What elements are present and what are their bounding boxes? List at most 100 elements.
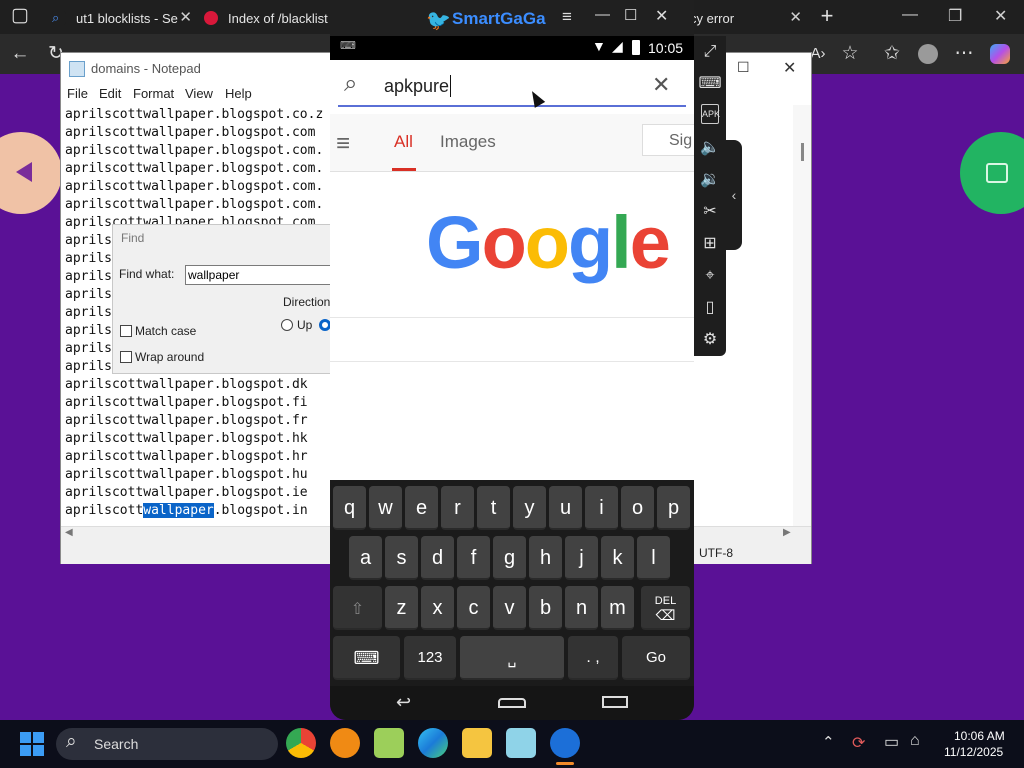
close-notepad-icon[interactable]: ✕ <box>783 58 796 78</box>
more-menu-icon[interactable]: ⋯ <box>952 42 976 66</box>
taskbar-search-box[interactable]: ⌕ Search <box>56 728 278 760</box>
close-window-icon[interactable]: ✕ <box>994 6 1007 26</box>
tab-ut1-blocklists[interactable]: ⌕ ut1 blocklists - Se ✕ <box>52 4 192 32</box>
sync-icon[interactable]: ⟳ <box>852 733 865 753</box>
shake-icon[interactable]: ▯ <box>698 296 722 320</box>
home-nav-icon[interactable] <box>498 698 526 708</box>
key-a[interactable]: a <box>349 536 382 580</box>
keyboard-mapping-icon[interactable]: ⌨ <box>698 72 722 96</box>
chrome-app-icon[interactable] <box>286 728 316 758</box>
notepad-plus-app-icon[interactable] <box>374 728 404 758</box>
find-what-input[interactable] <box>185 265 335 285</box>
file-explorer-app-icon[interactable] <box>462 728 492 758</box>
tab-actions-icon[interactable]: ▢ <box>8 4 32 28</box>
punctuation-key[interactable]: . , <box>568 636 618 680</box>
restore-icon[interactable]: ❐ <box>948 6 962 26</box>
key-n[interactable]: n <box>565 586 598 630</box>
new-tab-icon[interactable]: + <box>815 4 839 28</box>
copilot-icon[interactable] <box>988 42 1012 66</box>
key-j[interactable]: j <box>565 536 598 580</box>
key-k[interactable]: k <box>601 536 634 580</box>
key-c[interactable]: c <box>457 586 490 630</box>
search-input[interactable]: apkpure <box>384 76 449 97</box>
menu-edit[interactable]: Edit <box>99 86 121 101</box>
delete-key[interactable]: DEL ⌫ <box>641 586 690 630</box>
key-q[interactable]: q <box>333 486 366 530</box>
edge-app-icon[interactable] <box>418 728 448 758</box>
space-key[interactable]: ␣ <box>460 636 564 680</box>
key-e[interactable]: e <box>405 486 438 530</box>
scroll-right-icon[interactable]: ▶ <box>783 527 791 538</box>
display-icon[interactable]: ▭ <box>884 732 899 752</box>
favorite-star-icon[interactable]: ☆ <box>838 42 862 66</box>
volume-up-icon[interactable]: 🔈 <box>698 136 722 160</box>
google-menu-icon[interactable]: ≡ <box>336 130 350 158</box>
recents-nav-icon[interactable] <box>602 696 628 708</box>
back-icon[interactable]: ← <box>8 42 32 66</box>
network-icon[interactable]: ⌂ <box>910 732 920 750</box>
smartgaga-app-icon[interactable] <box>550 728 580 758</box>
emulator-close-icon[interactable]: ✕ <box>655 6 668 26</box>
direction-up-radio[interactable] <box>281 319 293 331</box>
tab-images[interactable]: Images <box>440 132 496 152</box>
key-h[interactable]: h <box>529 536 562 580</box>
key-t[interactable]: t <box>477 486 510 530</box>
keyboard-switch-key[interactable]: ⌨ <box>333 636 400 680</box>
minimize-icon[interactable]: — <box>902 6 918 24</box>
taskbar-date[interactable]: 11/12/2025 <box>944 745 1003 759</box>
key-l[interactable]: l <box>637 536 670 580</box>
key-s[interactable]: s <box>385 536 418 580</box>
show-hidden-icons-chevron-icon[interactable]: ⌃ <box>822 733 835 751</box>
menu-view[interactable]: View <box>185 86 213 101</box>
wrap-around-checkbox[interactable] <box>120 351 132 363</box>
numbers-key[interactable]: 123 <box>404 636 456 680</box>
key-b[interactable]: b <box>529 586 562 630</box>
menu-help[interactable]: Help <box>225 86 252 101</box>
sign-in-button[interactable]: Sig <box>642 124 702 156</box>
profile-avatar-icon[interactable] <box>916 42 940 66</box>
fullscreen-icon[interactable]: ⤢ <box>698 40 722 64</box>
scroll-thumb[interactable] <box>801 143 804 161</box>
collapse-sidebar-tab[interactable]: ‹ <box>726 140 742 250</box>
hamburger-menu-icon[interactable]: ≡ <box>562 7 572 27</box>
key-x[interactable]: x <box>421 586 454 630</box>
key-o[interactable]: o <box>621 486 654 530</box>
key-d[interactable]: d <box>421 536 454 580</box>
key-y[interactable]: y <box>513 486 546 530</box>
tab-all[interactable]: All <box>394 132 413 152</box>
key-p[interactable]: p <box>657 486 690 530</box>
key-m[interactable]: m <box>601 586 634 630</box>
menu-format[interactable]: Format <box>133 86 174 101</box>
menu-file[interactable]: File <box>67 86 88 101</box>
key-z[interactable]: z <box>385 586 418 630</box>
key-r[interactable]: r <box>441 486 474 530</box>
emulator-minimize-icon[interactable]: — <box>595 6 610 23</box>
shift-key[interactable]: ⇧ <box>333 586 382 630</box>
google-search-bar[interactable]: ⌕ apkpure ✕ <box>330 60 694 114</box>
expand-circle-button[interactable] <box>960 132 1024 214</box>
notepad-app-icon[interactable] <box>506 728 536 758</box>
tab-index-of-blacklist[interactable]: Index of /blacklist <box>204 4 329 32</box>
apk-install-icon[interactable]: APK <box>701 104 720 124</box>
key-i[interactable]: i <box>585 486 618 530</box>
key-w[interactable]: w <box>369 486 402 530</box>
start-windows-icon[interactable] <box>20 732 44 756</box>
multi-instance-icon[interactable]: ⊞ <box>698 232 722 256</box>
key-u[interactable]: u <box>549 486 582 530</box>
favorites-icon[interactable]: ✩ <box>880 42 904 66</box>
taskbar-time[interactable]: 10:06 AM <box>954 729 1005 743</box>
match-case-checkbox[interactable] <box>120 325 132 337</box>
back-nav-icon[interactable]: ↩ <box>396 692 411 713</box>
screenshot-scissors-icon[interactable]: ✂ <box>698 200 722 224</box>
clear-search-icon[interactable]: ✕ <box>652 72 670 98</box>
vertical-scrollbar[interactable] <box>793 105 811 526</box>
volume-down-icon[interactable]: 🔉 <box>698 168 722 192</box>
close-tab-icon[interactable]: ✕ <box>179 8 192 26</box>
scroll-left-icon[interactable]: ◀ <box>65 527 73 538</box>
go-key[interactable]: Go <box>622 636 690 680</box>
key-g[interactable]: g <box>493 536 526 580</box>
vlc-app-icon[interactable] <box>330 728 360 758</box>
tab-error[interactable]: cy error ✕ <box>690 4 802 32</box>
emulator-maximize-icon[interactable]: ☐ <box>624 6 637 24</box>
settings-gear-icon[interactable]: ⚙ <box>698 328 722 352</box>
